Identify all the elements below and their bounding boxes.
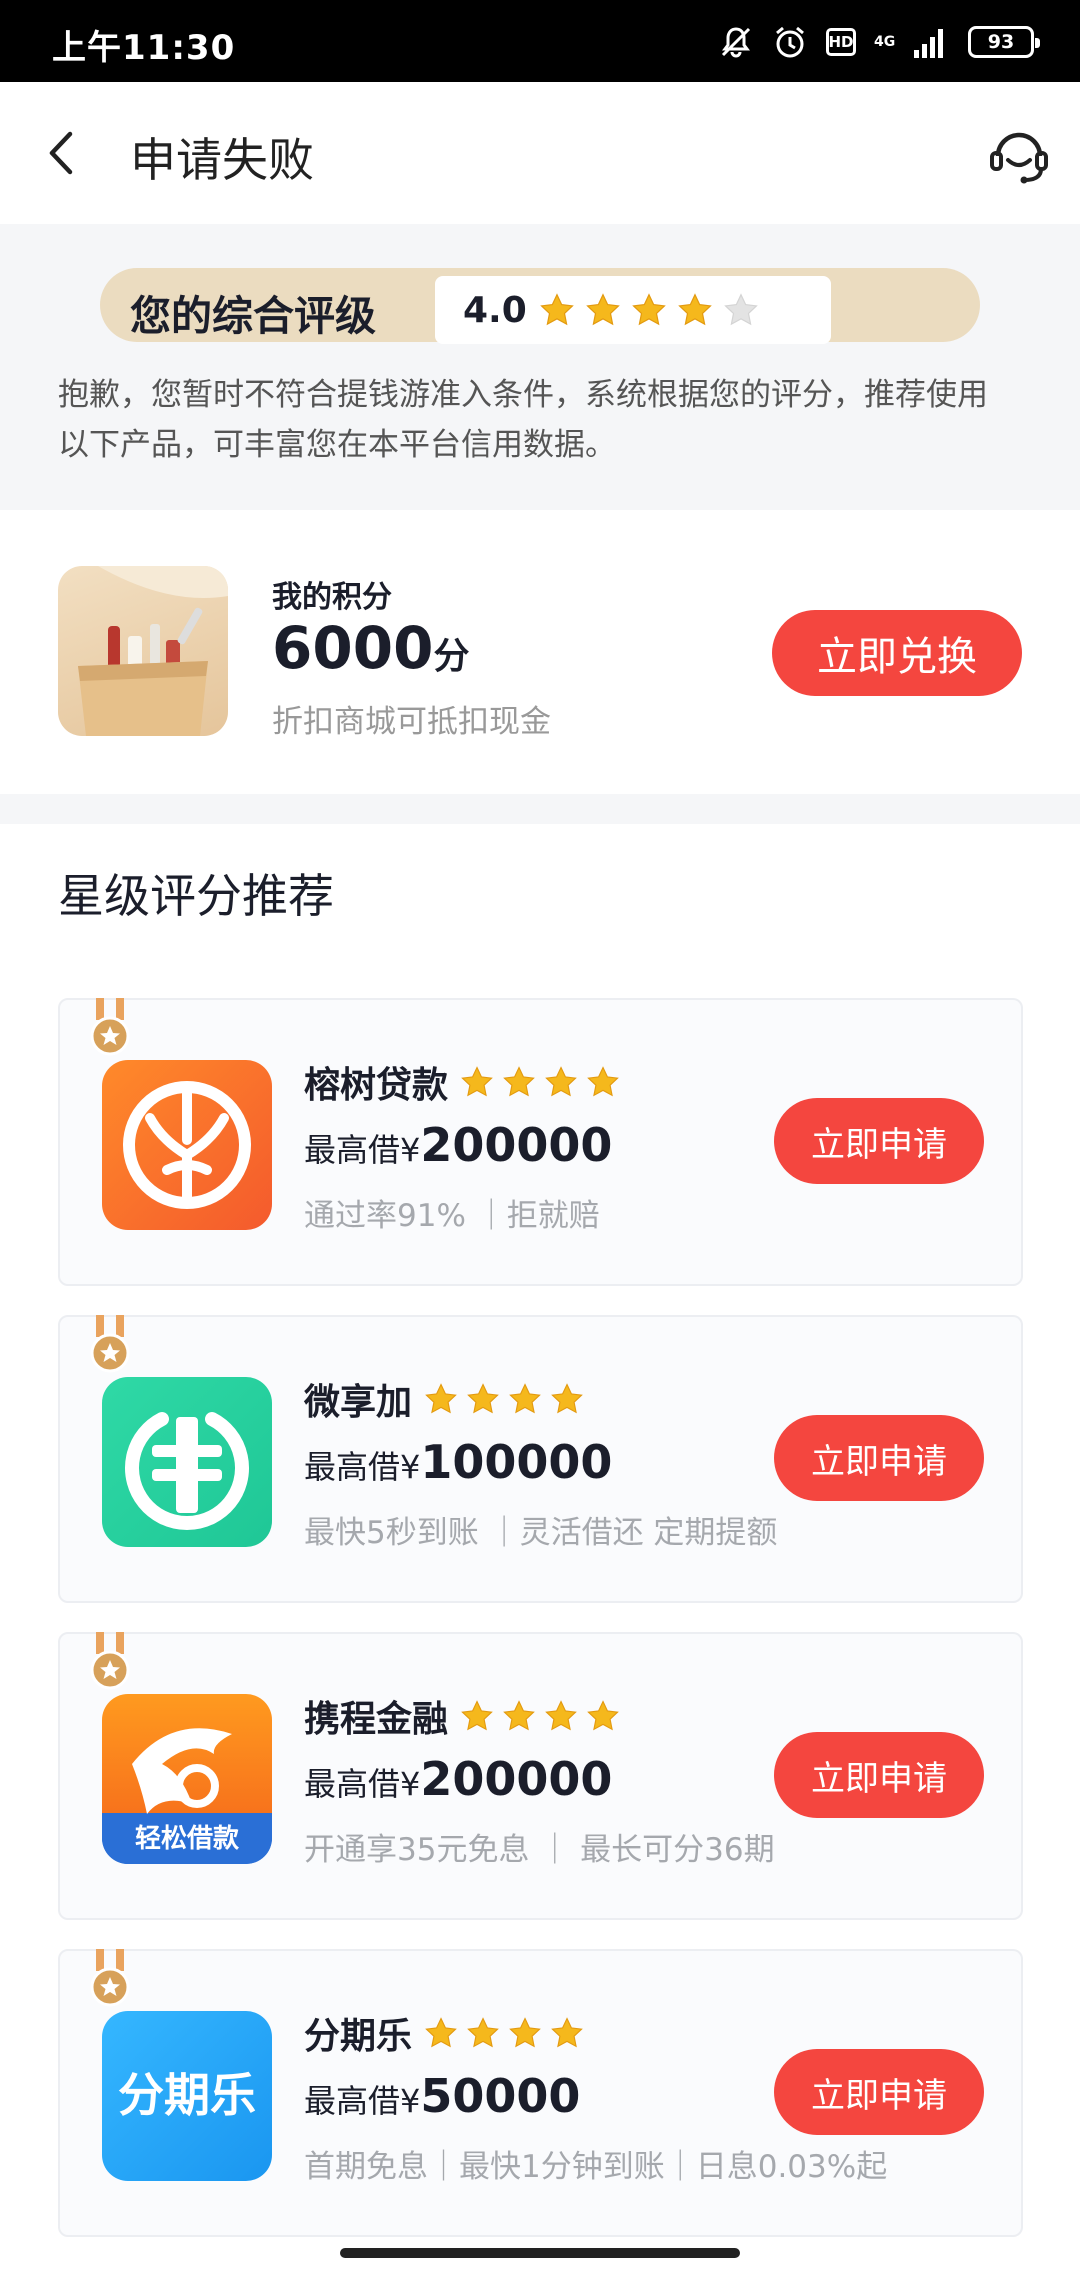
apply-button[interactable]: 立即申请	[774, 1732, 984, 1818]
status-time: 上午11:30	[52, 28, 236, 68]
network-type: 4G	[874, 34, 896, 50]
star-filled-icon	[467, 2017, 499, 2048]
star-filled-icon	[585, 293, 620, 326]
limit-label: 最高借¥	[304, 1448, 421, 1486]
star-filled-icon	[461, 1700, 493, 1731]
rating-score: 4.0	[463, 289, 527, 331]
product-card-weixiangjia[interactable]: 微享加 最高借¥100000 最快5秒到账 ｜灵活借还 定期提额 立即申请	[58, 1315, 1023, 1603]
status-bar: 上午11:30 HD 4G 93	[0, 0, 1080, 82]
rating-description: 抱歉，您暂时不符合提钱游准入条件，系统根据您的评分，推荐使用以下产品，可丰富您在…	[58, 377, 988, 463]
alarm-icon	[776, 26, 804, 58]
product-limit: 最高借¥200000	[304, 1752, 612, 1806]
apply-button[interactable]: 立即申请	[774, 1098, 984, 1184]
star-filled-icon	[587, 1066, 619, 1097]
rating-box: 4.0	[435, 276, 831, 344]
star-filled-icon	[677, 293, 712, 326]
hd-icon: HD	[826, 28, 856, 56]
back-arrow-icon[interactable]	[30, 118, 100, 188]
product-stars	[424, 1382, 584, 1416]
star-filled-icon	[503, 1066, 535, 1097]
points-subtitle: 折扣商城可抵扣现金	[272, 704, 551, 740]
star-filled-icon	[461, 1066, 493, 1097]
product-card-fenqile[interactable]: 分期乐 分期乐 最高借¥50000 首期免息｜最快1分钟到账｜日息0.03%起 …	[58, 1949, 1023, 2237]
product-stars	[460, 1065, 620, 1099]
recommend-title: 星级评分推荐	[58, 869, 334, 923]
medal-icon	[90, 1949, 130, 2007]
customer-service-icon[interactable]	[984, 120, 1054, 190]
product-description: 最快5秒到账 ｜灵活借还 定期提额	[304, 1515, 778, 1551]
product-limit: 最高借¥50000	[304, 2069, 580, 2123]
apply-button[interactable]: 立即申请	[774, 1415, 984, 1501]
limit-value: 200000	[420, 1752, 613, 1806]
page-title: 申请失败	[130, 133, 314, 187]
product-limit: 最高借¥100000	[304, 1435, 612, 1489]
product-name-row: 携程金融	[304, 1690, 620, 1742]
product-name: 榕树贷款	[304, 1065, 449, 1106]
nav-bar: 申请失败	[0, 82, 1080, 224]
points-card: 我的积分 6000分 折扣商城可抵扣现金 立即兑换	[0, 510, 1080, 794]
star-filled-icon	[425, 1383, 457, 1414]
ctrip-dolphin-logo: 轻松借款	[102, 1694, 272, 1864]
medal-icon	[90, 998, 130, 1056]
recommend-section: 星级评分推荐 榕树贷款 最高借¥200000 通过率91% ｜拒就赔 立即申请	[0, 824, 1080, 2280]
star-empty-icon	[723, 293, 758, 326]
product-stars	[424, 2016, 584, 2050]
product-name: 携程金融	[304, 1699, 449, 1740]
star-filled-icon	[551, 2017, 583, 2048]
weixiangjia-logo	[102, 1377, 272, 1547]
rating-label: 您的综合评级	[130, 292, 376, 340]
star-filled-icon	[539, 293, 574, 326]
points-unit: 分	[433, 636, 470, 677]
medal-icon	[90, 1632, 130, 1690]
star-filled-icon	[587, 1700, 619, 1731]
ctrip-logo-text: 轻松借款	[135, 1824, 240, 1854]
home-indicator[interactable]	[340, 2248, 740, 2258]
star-filled-icon	[503, 1700, 535, 1731]
status-icons: HD 4G 93	[718, 22, 1040, 62]
signal-icon	[914, 29, 943, 58]
product-limit: 最高借¥200000	[304, 1118, 612, 1172]
limit-label: 最高借¥	[304, 1765, 421, 1803]
star-filled-icon	[509, 2017, 541, 2048]
product-stars	[460, 1699, 620, 1733]
points-mall-image	[58, 566, 228, 736]
limit-label: 最高借¥	[304, 1131, 421, 1169]
product-name-row: 榕树贷款	[304, 1056, 620, 1108]
product-name: 分期乐	[304, 2016, 413, 2057]
product-name-row: 微享加	[304, 1373, 584, 1425]
points-value: 6000	[272, 614, 434, 682]
limit-label: 最高借¥	[304, 2082, 421, 2120]
product-card-ctrip[interactable]: 轻松借款 携程金融 最高借¥200000 开通享35元免息 ｜ 最长可分36期 …	[58, 1632, 1023, 1920]
product-description: 通过率91% ｜拒就赔	[304, 1198, 600, 1234]
rating-section: 您的综合评级 4.0 抱歉，您暂时不符合提钱游准入条件，系统根据您的评分，推荐使…	[0, 224, 1080, 510]
exchange-button[interactable]: 立即兑换	[772, 610, 1022, 696]
banyan-logo	[102, 1060, 272, 1230]
product-description: 首期免息｜最快1分钟到账｜日息0.03%起	[304, 2149, 888, 2185]
product-name-row: 分期乐	[304, 2007, 584, 2059]
medal-icon	[90, 1315, 130, 1373]
rating-stars	[539, 292, 759, 328]
fenqile-logo-text: 分期乐	[118, 2068, 256, 2122]
product-description: 开通享35元免息 ｜ 最长可分36期	[304, 1832, 775, 1868]
product-card-banyan[interactable]: 榕树贷款 最高借¥200000 通过率91% ｜拒就赔 立即申请	[58, 998, 1023, 1286]
shopping-bag-illustration	[78, 566, 228, 736]
star-filled-icon	[545, 1066, 577, 1097]
fenqile-logo: 分期乐	[102, 2011, 272, 2181]
mute-bell-icon	[721, 27, 751, 58]
limit-value: 50000	[420, 2069, 581, 2123]
star-filled-icon	[467, 1383, 499, 1414]
points-label: 我的积分	[272, 580, 392, 615]
apply-button[interactable]: 立即申请	[774, 2049, 984, 2135]
star-filled-icon	[545, 1700, 577, 1731]
product-name: 微享加	[304, 1382, 413, 1423]
star-filled-icon	[551, 1383, 583, 1414]
limit-value: 200000	[420, 1118, 613, 1172]
star-filled-icon	[509, 1383, 541, 1414]
points-value-row: 6000分	[272, 614, 469, 682]
limit-value: 100000	[420, 1435, 613, 1489]
battery-icon: 93	[968, 26, 1040, 58]
rating-pill: 您的综合评级 4.0	[100, 268, 980, 344]
star-filled-icon	[631, 293, 666, 326]
star-filled-icon	[425, 2017, 457, 2048]
